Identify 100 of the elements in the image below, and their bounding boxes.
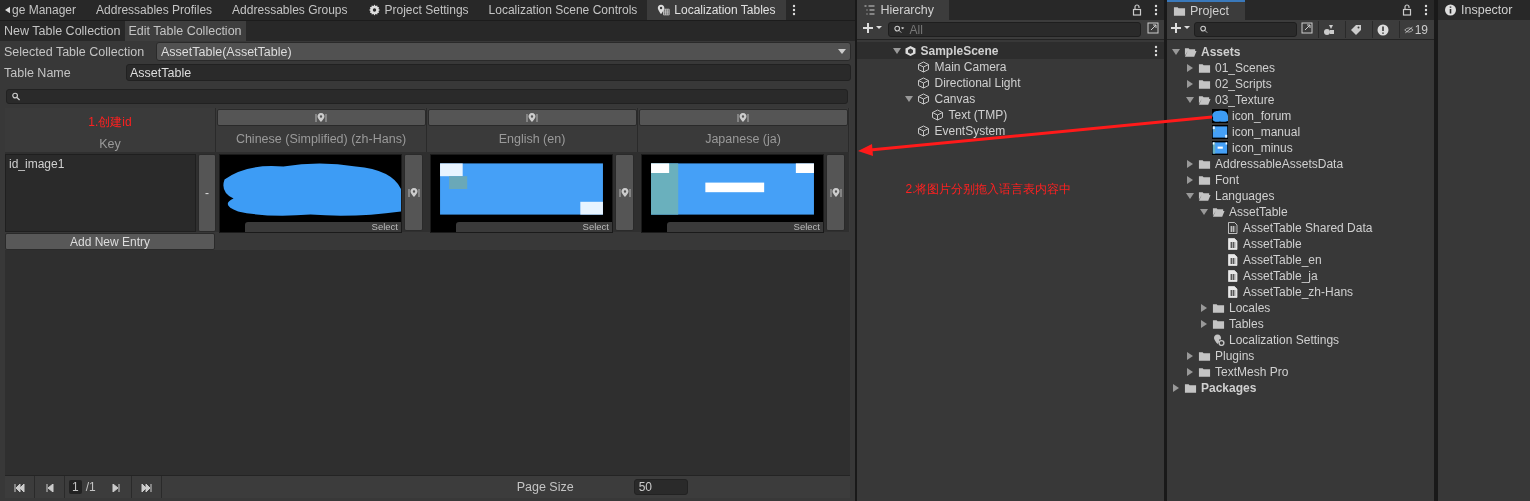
locale-button[interactable] [638,109,848,126]
select-button[interactable]: Select [456,222,612,232]
tag-icon [1349,23,1362,36]
table-name-field[interactable]: AssetTable [126,64,852,81]
project-item[interactable]: icon_manual [1232,125,1301,139]
expand-arrow-icon[interactable] [1172,48,1180,56]
expand-arrow-icon[interactable] [1186,192,1194,200]
project-item[interactable]: Packages [1201,381,1257,395]
project-item[interactable]: 02_Scripts [1215,77,1272,91]
page-size-field[interactable]: 50 [633,479,688,495]
expand-arrow-icon[interactable] [1200,320,1208,328]
cube-icon [931,109,945,121]
dropdown-caret-icon [838,49,847,54]
project-item[interactable]: AssetTable_ja [1243,269,1318,283]
project-item[interactable]: AssetTable [1243,237,1302,251]
locale-button[interactable] [615,154,634,231]
sprite-field[interactable]: Select [641,154,824,233]
project-item[interactable]: Plugins [1215,349,1255,363]
project-item[interactable]: TextMesh Pro [1215,365,1289,379]
project-item[interactable]: AssetTable Shared Data [1243,221,1373,235]
collection-tab[interactable]: Edit Table Collection [124,21,246,41]
search-field[interactable] [1194,22,1297,37]
step-back-icon [43,483,56,492]
editor-tab[interactable]: ge Manager [12,0,87,20]
project-item[interactable]: Locales [1229,301,1271,315]
locale-pin-icon [737,111,749,124]
expand-arrow-icon[interactable] [1186,352,1194,360]
select-button[interactable]: Select [245,222,401,232]
editor-tab[interactable]: Project Settings [357,0,479,20]
column-header: Chinese (Simplified) (zh-Hans) [235,132,407,146]
page-total: /1 [85,480,96,494]
expand-arrow-icon[interactable] [905,95,914,103]
project-item[interactable]: 01_Scenes [1215,61,1276,75]
hierarchy-item[interactable]: Directional Light [934,76,1021,90]
expand-arrow-icon[interactable] [1172,384,1180,392]
project-item[interactable]: icon_minus [1232,141,1293,155]
field-label: Selected Table Collection [4,44,146,59]
locale-button[interactable] [216,109,426,126]
more-options-icon[interactable] [791,4,796,16]
more-options-icon[interactable] [1154,44,1158,57]
more-options-icon[interactable] [1424,4,1428,16]
project-item[interactable]: Languages [1215,189,1275,203]
locale-button[interactable] [427,109,637,126]
project-tab[interactable]: Project [1167,0,1245,20]
locale-pin-icon [315,111,327,124]
expand-arrow-icon[interactable] [1200,304,1208,312]
hierarchy-tab[interactable]: Hierarchy [857,0,950,20]
project-item[interactable]: Localization Settings [1229,333,1340,347]
folder-icon [1212,302,1225,314]
project-item[interactable]: Assets [1201,45,1241,59]
remove-entry-button[interactable]: - [198,154,216,232]
column-header: English (en) [498,132,566,146]
texture-icon [1212,109,1228,123]
expand-arrow-icon[interactable] [893,46,902,55]
project-item[interactable]: AssetTable_zh-Hans [1243,285,1354,299]
folder-icon [1184,382,1197,394]
expand-arrow-icon[interactable] [1186,368,1194,376]
expand-arrow-icon[interactable] [1186,64,1194,72]
editor-tab[interactable]: Localization Tables [647,0,786,20]
project-item[interactable]: Font [1215,173,1239,187]
sprite-field[interactable]: Select [430,154,613,233]
editor-tab[interactable]: Localization Scene Controls [478,0,648,20]
page-number-field[interactable]: 1 [69,480,82,494]
lock-icon[interactable] [1402,4,1412,16]
locale-button[interactable] [826,154,845,231]
table-file-icon [1226,270,1239,282]
scroll-left-icon[interactable] [5,6,10,14]
expand-arrow-icon[interactable] [1186,80,1194,88]
hierarchy-item[interactable]: EventSystem [934,124,1006,138]
project-item[interactable]: AssetTable_en [1243,253,1322,267]
project-item[interactable]: Tables [1229,317,1264,331]
expand-arrow-icon[interactable] [1186,160,1194,168]
project-item[interactable]: AddressableAssetsData [1215,157,1344,171]
expand-arrow-icon[interactable] [1200,208,1208,216]
skip-first-icon [13,483,26,492]
annotation-text: 1.创建id [88,114,132,131]
hierarchy-item[interactable]: Main Camera [934,60,1007,74]
column-header: Japanese (ja) [705,132,781,146]
expand-arrow-icon[interactable] [1186,176,1194,184]
locale-button[interactable] [404,154,423,231]
project-item[interactable]: icon_forum [1232,109,1292,123]
editor-tab[interactable]: Addressables Groups [222,0,358,20]
sprite-field[interactable]: Select [219,154,402,233]
add-entry-button[interactable]: Add New Entry [5,233,215,250]
page-size-label: Page Size [516,480,574,494]
search-field[interactable] [6,89,849,104]
key-field[interactable]: id_image1 [5,154,196,232]
hierarchy-item[interactable]: Text (TMP) [948,108,1008,122]
project-item[interactable]: 03_Texture [1215,93,1275,107]
table-collection-dropdown[interactable]: AssetTable(AssetTable) [156,42,852,61]
hierarchy-item[interactable]: Canvas [934,92,976,106]
gear-icon [367,4,381,16]
project-item[interactable]: AssetTable [1229,205,1288,219]
lock-icon[interactable] [1132,4,1142,16]
select-button[interactable]: Select [667,222,823,232]
search-field[interactable]: All [888,22,1141,37]
more-options-icon[interactable] [1154,4,1158,16]
editor-tab[interactable]: Addressables Profiles [86,0,223,20]
expand-arrow-icon[interactable] [1186,96,1194,104]
table-file-icon [1226,286,1239,298]
